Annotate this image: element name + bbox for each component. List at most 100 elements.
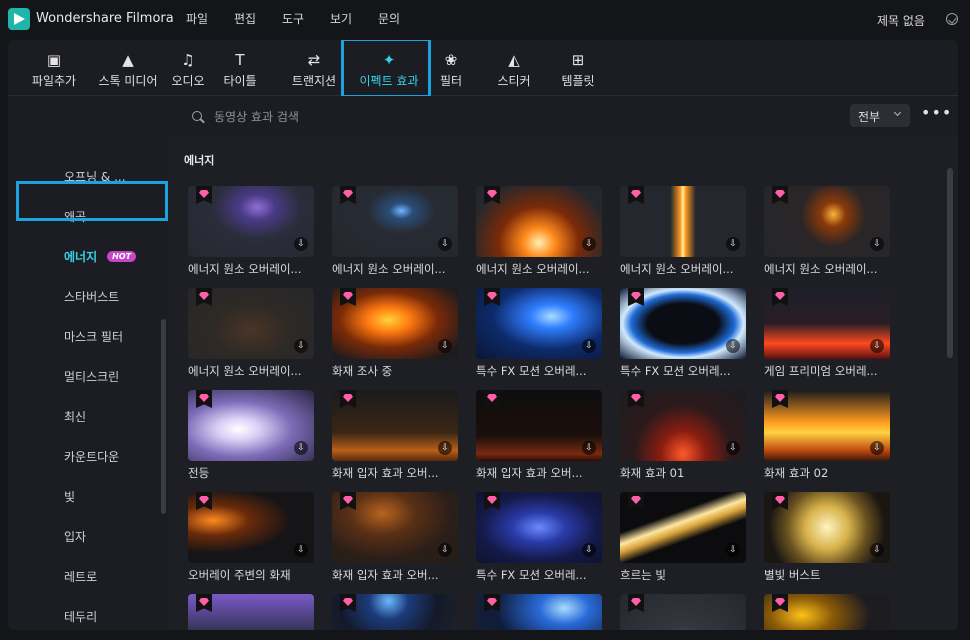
effect-thumbnail[interactable]: ⇩	[476, 186, 602, 257]
effect-thumbnail[interactable]: ⇩	[764, 390, 890, 461]
sidebar-item[interactable]: 멀티스크린	[64, 368, 119, 385]
toolbar-tab-8[interactable]: ⊞ 템플릿	[556, 48, 600, 92]
download-icon[interactable]: ⇩	[870, 543, 884, 557]
effect-thumbnail[interactable]	[332, 594, 458, 630]
effect-thumbnail[interactable]: ⇩	[764, 288, 890, 359]
effect-thumbnail[interactable]: ⇩	[188, 492, 314, 563]
menu-item[interactable]: 편집	[234, 10, 256, 27]
sticker-icon: ◭	[508, 51, 520, 69]
effect-thumbnail[interactable]: ⇩	[188, 390, 314, 461]
effect-thumbnail[interactable]: ⇩	[332, 390, 458, 461]
toolbar-tab-4[interactable]: ⇄ 트랜지션	[288, 48, 340, 92]
sidebar-item[interactable]: 스타버스트	[64, 288, 119, 305]
effect-card[interactable]: ⇩ 에너지 원소 오버레이...	[188, 288, 314, 378]
download-icon[interactable]: ⇩	[870, 237, 884, 251]
toolbar-tab-3[interactable]: T 타이틀	[220, 48, 260, 92]
effect-card[interactable]: ⇩ 특수 FX 모션 오버레...	[620, 288, 746, 378]
effect-thumbnail[interactable]: ⇩	[476, 390, 602, 461]
effect-thumbnail[interactable]: ⇩	[476, 288, 602, 359]
effect-thumbnail[interactable]: ⇩	[476, 492, 602, 563]
sidebar-item[interactable]: 입자	[64, 528, 86, 545]
download-icon[interactable]: ⇩	[294, 339, 308, 353]
effect-thumbnail[interactable]	[620, 594, 746, 630]
filmora-window: Wondershare Filmora 파일 편집 도구 보기 문의 제목 없음 ▣ 파일…	[0, 0, 970, 640]
effect-card[interactable]: ⇩ 에너지 원소 오버레이...	[620, 186, 746, 276]
effect-card[interactable]	[764, 594, 890, 630]
effect-thumbnail[interactable]: ⇩	[188, 288, 314, 359]
toolbar-tab-7[interactable]: ◭ 스티커	[492, 48, 536, 92]
sidebar-item[interactable]: 마스크 필터	[64, 328, 123, 345]
effect-card[interactable]: ⇩ 흐르는 빛	[620, 492, 746, 582]
effect-card[interactable]: ⇩ 화재 입자 효과 오버...	[332, 390, 458, 480]
effect-thumbnail[interactable]: ⇩	[188, 186, 314, 257]
download-icon[interactable]: ⇩	[438, 441, 452, 455]
download-icon[interactable]: ⇩	[438, 237, 452, 251]
grid-scrollbar[interactable]	[947, 168, 953, 358]
effect-thumbnail[interactable]: ⇩	[764, 186, 890, 257]
effect-card[interactable]: ⇩ 오버레이 주변의 화재	[188, 492, 314, 582]
download-icon[interactable]: ⇩	[582, 339, 596, 353]
effect-card[interactable]	[620, 594, 746, 630]
effect-thumbnail[interactable]: ⇩	[620, 186, 746, 257]
download-icon[interactable]: ⇩	[726, 339, 740, 353]
download-icon[interactable]: ⇩	[294, 441, 308, 455]
effect-thumbnail[interactable]	[476, 594, 602, 630]
sidebar-item[interactable]: 테두리	[64, 608, 97, 625]
effect-card[interactable]: ⇩ 화재 효과 02	[764, 390, 890, 480]
sidebar-item[interactable]: 카운트다운	[64, 448, 119, 465]
toolbar-tab-6[interactable]: ❀ 필터	[431, 48, 471, 92]
premium-gem-icon	[772, 288, 788, 306]
download-icon[interactable]: ⇩	[726, 543, 740, 557]
effect-card[interactable]: ⇩ 에너지 원소 오버레이...	[332, 186, 458, 276]
download-icon[interactable]: ⇩	[726, 237, 740, 251]
sidebar-scrollbar[interactable]	[161, 319, 166, 514]
menu-item[interactable]: 보기	[330, 10, 352, 27]
effect-thumbnail[interactable]: ⇩	[620, 390, 746, 461]
effect-thumbnail[interactable]	[764, 594, 890, 630]
effect-card[interactable]: ⇩ 화재 입자 효과 오버...	[332, 492, 458, 582]
effect-card[interactable]: ⇩ 화재 효과 01	[620, 390, 746, 480]
effect-card[interactable]	[188, 594, 314, 630]
effect-card[interactable]: ⇩ 에너지 원소 오버레이...	[764, 186, 890, 276]
effect-card[interactable]: ⇩ 에너지 원소 오버레이...	[188, 186, 314, 276]
effect-card[interactable]: ⇩ 에너지 원소 오버레이...	[476, 186, 602, 276]
sidebar-item[interactable]: 빛	[64, 488, 75, 505]
download-icon[interactable]: ⇩	[582, 543, 596, 557]
save-status-icon[interactable]	[946, 13, 958, 25]
download-icon[interactable]: ⇩	[294, 237, 308, 251]
download-icon[interactable]: ⇩	[870, 441, 884, 455]
sidebar-item[interactable]: 에너지 HOT	[64, 248, 137, 265]
effect-card[interactable]: ⇩ 화재 조사 중	[332, 288, 458, 378]
toolbar-tab-2[interactable]: ♫ 오디오	[166, 48, 210, 92]
download-icon[interactable]: ⇩	[870, 339, 884, 353]
toolbar-tab-0[interactable]: ▣ 파일추가	[26, 48, 82, 92]
effect-thumbnail[interactable]	[188, 594, 314, 630]
download-icon[interactable]: ⇩	[438, 543, 452, 557]
effect-thumbnail[interactable]: ⇩	[620, 492, 746, 563]
effect-card[interactable]	[332, 594, 458, 630]
effect-card[interactable]: ⇩ 게임 프리미엄 오버레...	[764, 288, 890, 378]
effect-card[interactable]: ⇩ 특수 FX 모션 오버레...	[476, 288, 602, 378]
effect-card[interactable]: ⇩ 화재 입자 효과 오버...	[476, 390, 602, 480]
effect-card[interactable]: ⇩ 특수 FX 모션 오버레...	[476, 492, 602, 582]
toolbar-tab-1[interactable]: ▲ 스톡 미디어	[92, 48, 164, 92]
effect-thumbnail[interactable]: ⇩	[620, 288, 746, 359]
download-icon[interactable]: ⇩	[582, 237, 596, 251]
effect-card[interactable]	[476, 594, 602, 630]
menu-item[interactable]: 파일	[186, 10, 208, 27]
download-icon[interactable]: ⇩	[726, 441, 740, 455]
download-icon[interactable]: ⇩	[438, 339, 452, 353]
effect-card[interactable]: ⇩ 전등	[188, 390, 314, 480]
menu-item[interactable]: 문의	[378, 10, 400, 27]
effect-thumbnail[interactable]: ⇩	[764, 492, 890, 563]
menu-item[interactable]: 도구	[282, 10, 304, 27]
effect-thumbnail[interactable]: ⇩	[332, 186, 458, 257]
sidebar-item[interactable]: 레트로	[64, 568, 97, 585]
download-icon[interactable]: ⇩	[582, 441, 596, 455]
effect-card[interactable]: ⇩ 별빛 버스트	[764, 492, 890, 582]
sidebar-item[interactable]: 최신	[64, 408, 86, 425]
download-icon[interactable]: ⇩	[294, 543, 308, 557]
title-bar: Wondershare Filmora 파일 편집 도구 보기 문의 제목 없음	[0, 0, 970, 38]
effect-thumbnail[interactable]: ⇩	[332, 492, 458, 563]
effect-thumbnail[interactable]: ⇩	[332, 288, 458, 359]
